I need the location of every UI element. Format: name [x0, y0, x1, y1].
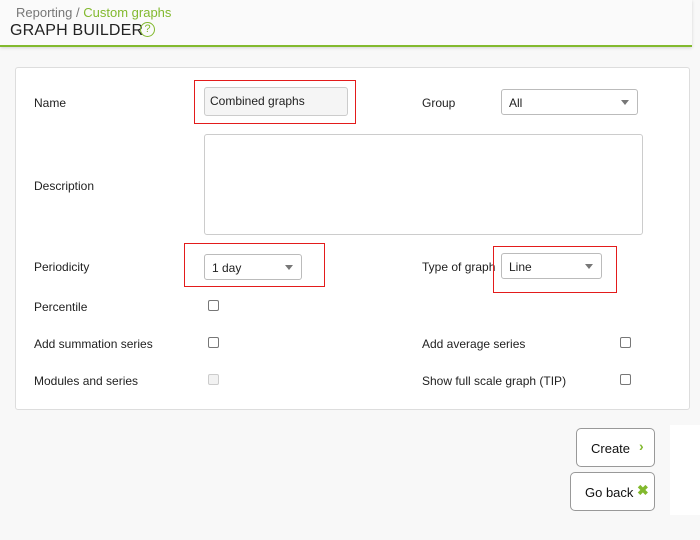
blank-area — [670, 425, 700, 515]
type-of-graph-select[interactable]: Line — [501, 253, 602, 279]
breadcrumb-custom-graphs[interactable]: Custom graphs — [83, 5, 171, 20]
average-checkbox[interactable] — [620, 337, 631, 348]
full-scale-label: Show full scale graph (TIP) — [422, 374, 567, 388]
group-label: Group — [422, 96, 456, 110]
create-label: Create — [591, 441, 631, 456]
periodicity-label: Periodicity — [34, 260, 90, 274]
create-button[interactable]: Create › — [576, 428, 655, 467]
periodicity-select[interactable]: 1 day — [204, 254, 302, 280]
page-title: GRAPH BUILDER — [10, 22, 144, 39]
modules-label: Modules and series — [34, 374, 139, 388]
description-textarea[interactable] — [204, 134, 643, 235]
help-icon[interactable]: ? — [140, 22, 155, 37]
modules-checkbox — [208, 374, 219, 385]
breadcrumb-reporting[interactable]: Reporting — [16, 5, 72, 20]
breadcrumb: Reporting / Custom graphs — [16, 5, 171, 20]
full-scale-checkbox[interactable] — [620, 374, 631, 385]
summation-label: Add summation series — [34, 337, 153, 351]
chevron-right-icon: › — [639, 438, 644, 454]
description-label: Description — [34, 179, 95, 193]
type-of-graph-label: Type of graph — [422, 260, 496, 274]
name-label: Name — [34, 96, 67, 110]
percentile-checkbox[interactable] — [208, 300, 219, 311]
close-icon: ✖ — [637, 482, 649, 498]
page-header: Reporting / Custom graphs GRAPH BUILDER … — [0, 0, 692, 47]
name-input[interactable]: Combined graphs — [204, 87, 348, 116]
group-select[interactable]: All — [501, 89, 638, 115]
form-panel: Name Combined graphs Group All Descripti… — [15, 67, 690, 410]
go-back-button[interactable]: Go back ✖ — [570, 472, 655, 511]
summation-checkbox[interactable] — [208, 337, 219, 348]
breadcrumb-separator: / — [76, 5, 80, 20]
percentile-label: Percentile — [34, 300, 88, 314]
go-back-label: Go back — [585, 485, 634, 500]
average-label: Add average series — [422, 337, 526, 351]
